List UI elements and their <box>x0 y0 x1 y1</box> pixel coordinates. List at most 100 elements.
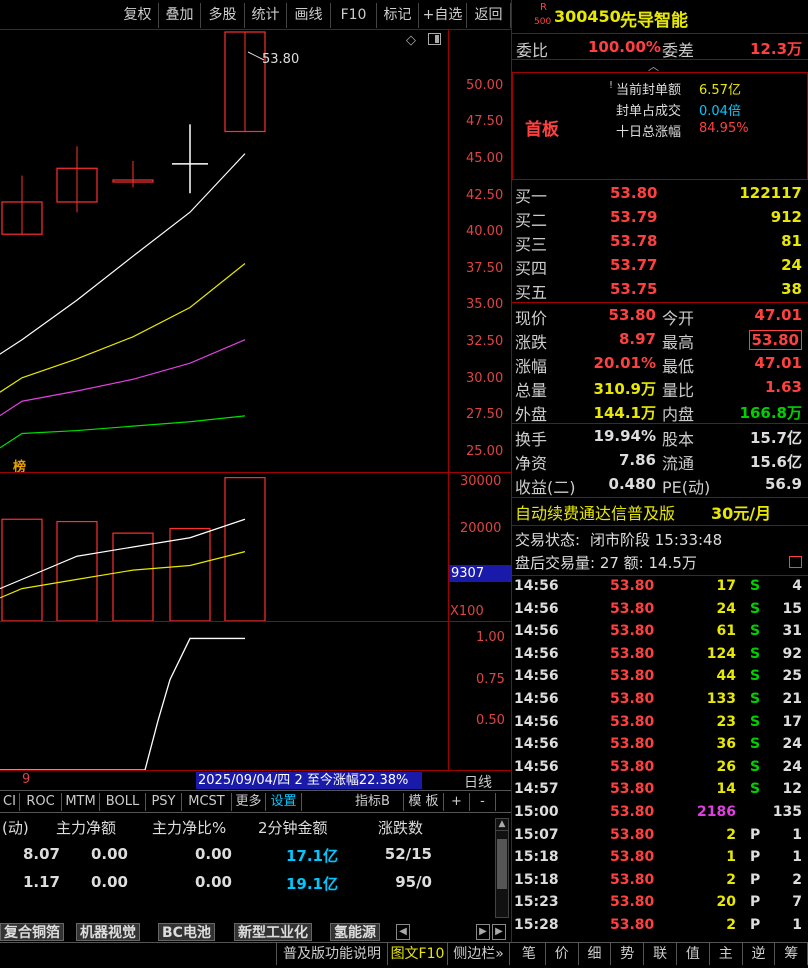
tuwen-f10-link[interactable]: 图文F10 <box>388 943 448 965</box>
quote-value: 47.01 <box>754 354 802 372</box>
quote-label: 今开 <box>662 309 695 328</box>
tick-row: 14:56 53.80 26 S 24 <box>514 759 806 781</box>
orderbook-label: 买四 <box>515 259 548 278</box>
detail-tab[interactable]: 价 <box>546 943 579 965</box>
price-tick-label: 35.00 <box>466 297 504 313</box>
tick-price: 53.80 <box>610 578 655 594</box>
tick-price: 53.80 <box>610 758 655 775</box>
zixuan-button[interactable]: +自选 <box>419 3 467 28</box>
indicator-tab[interactable]: 设置 <box>266 793 302 811</box>
duogu-button[interactable]: 多股 <box>201 3 245 28</box>
tick-volume: 2 <box>726 871 736 888</box>
tick-direction: S <box>750 645 761 662</box>
detail-tab[interactable]: 细 <box>579 943 612 965</box>
indicator-tab[interactable]: 指标B <box>342 793 404 811</box>
tick-volume: 124 <box>706 645 736 662</box>
tick-count: 17 <box>782 713 802 730</box>
tick-direction: P <box>750 917 761 933</box>
sector-tab[interactable]: BC电池 <box>158 923 215 941</box>
sidebar-toggle-link[interactable]: 侧边栏» <box>448 943 510 965</box>
weicha-label: 委差 <box>662 41 695 60</box>
tick-price: 53.80 <box>610 623 655 640</box>
tick-time: 14:56 <box>514 668 559 685</box>
tick-time: 15:18 <box>514 871 559 888</box>
promo-price: 30元/月 <box>711 504 772 523</box>
tick-time: 14:57 <box>514 781 559 798</box>
promo-banner[interactable]: 自动续费通达信普及版 30元/月 <box>513 499 807 523</box>
promo-text: 自动续费通达信普及版 <box>515 504 676 523</box>
quote-value: 47.01 <box>754 306 802 324</box>
detail-tab[interactable]: 逆 <box>743 943 776 965</box>
tick-volume: 20 <box>716 894 736 911</box>
orderbook-price: 53.79 <box>610 208 658 226</box>
tick-row: 15:07 53.80 2 P 1 <box>514 827 806 849</box>
diejia-button[interactable]: 叠加 <box>159 3 201 28</box>
indicator-tab[interactable]: MTM <box>62 793 100 811</box>
tick-price: 53.80 <box>610 713 655 730</box>
fund-header: 主力净比% <box>152 819 227 837</box>
sector-tab[interactable]: 复合铜箔 <box>0 923 64 941</box>
sector-next-icon[interactable]: ▶ <box>476 924 490 940</box>
fuquan-button[interactable]: 复权 <box>117 3 159 28</box>
tick-count: 2 <box>792 871 802 888</box>
tick-row: 14:57 53.80 14 S 12 <box>514 781 806 803</box>
tick-count: 12 <box>782 781 802 798</box>
fund-scrollbar[interactable]: ▲ <box>495 818 509 918</box>
tongji-button[interactable]: 统计 <box>245 3 287 28</box>
indicator-line <box>0 637 245 770</box>
detail-tab[interactable]: 势 <box>611 943 645 965</box>
volume-ma-line <box>0 518 246 590</box>
tick-price: 53.80 <box>610 849 655 866</box>
tick-direction: S <box>750 713 761 730</box>
indicator-tab[interactable]: + <box>444 793 470 811</box>
fund-header: 主力净额 <box>56 819 117 837</box>
rixian-button[interactable]: 日线 <box>464 772 492 792</box>
indicator-tab[interactable]: ROC <box>20 793 62 811</box>
orderbook-volume: 912 <box>770 208 802 226</box>
sector-prev-icon[interactable]: ◀ <box>396 924 410 940</box>
quote-value: 53.80 <box>748 330 802 350</box>
detail-tab[interactable]: 值 <box>677 943 710 965</box>
huaxian-button[interactable]: 画线 <box>287 3 331 28</box>
orderbook-label: 买五 <box>515 283 548 302</box>
fund-cell: 19.1亿 <box>285 875 338 893</box>
indicator-tab[interactable]: 更多 <box>232 793 266 811</box>
biaoji-button[interactable]: 标记 <box>377 3 419 28</box>
quote-value: 53.80 <box>608 306 656 324</box>
tick-direction: P <box>750 849 761 866</box>
indicator-tab[interactable]: PSY <box>146 793 182 811</box>
sector-tab[interactable]: 氢能源 <box>330 923 380 941</box>
puji-help-link[interactable]: 普及版功能说明 <box>276 943 388 965</box>
detail-tab[interactable]: 主 <box>710 943 743 965</box>
calendar-icon[interactable] <box>789 556 802 568</box>
price-tick-label: 50.00 <box>466 77 504 93</box>
indicator-tab[interactable]: CI <box>0 793 20 811</box>
tick-price: 53.80 <box>610 781 655 798</box>
volume-bar <box>112 532 154 621</box>
fanhui-button[interactable]: 返回 <box>467 3 511 28</box>
tick-count: 4 <box>792 578 802 594</box>
sector-last-icon[interactable]: ▶ <box>492 924 506 940</box>
indicator-tab[interactable]: - <box>470 793 496 811</box>
sector-tab[interactable]: 新型工业化 <box>234 923 312 941</box>
tick-row: 14:56 53.80 36 S 24 <box>514 736 806 758</box>
tick-volume: 2186 <box>697 804 736 820</box>
fund-header: (动) <box>2 819 29 837</box>
tick-row: 14:56 53.80 61 S 31 <box>514 623 806 645</box>
f10-button[interactable]: F10 <box>331 3 377 28</box>
indicator-tabs-top <box>0 790 512 791</box>
indicator-tab[interactable]: 模 板 <box>404 793 444 811</box>
detail-tab[interactable]: 筹 <box>775 943 808 965</box>
detail-tab[interactable]: 联 <box>644 943 677 965</box>
detail-tab[interactable]: 笔 <box>513 943 546 965</box>
quote-label: 外盘 <box>515 405 548 424</box>
tick-direction: P <box>750 871 761 888</box>
tick-price: 53.80 <box>610 917 655 933</box>
sector-tab[interactable]: 机器视觉 <box>76 923 140 941</box>
quote-value: 20.01% <box>593 354 656 372</box>
tick-row: 14:56 53.80 124 S 92 <box>514 646 806 668</box>
price-tick-label: 30.00 <box>466 370 504 386</box>
indicator-tab[interactable]: BOLL <box>100 793 146 811</box>
orderbook-label: 买三 <box>515 235 548 254</box>
indicator-tab[interactable]: MCST <box>182 793 232 811</box>
